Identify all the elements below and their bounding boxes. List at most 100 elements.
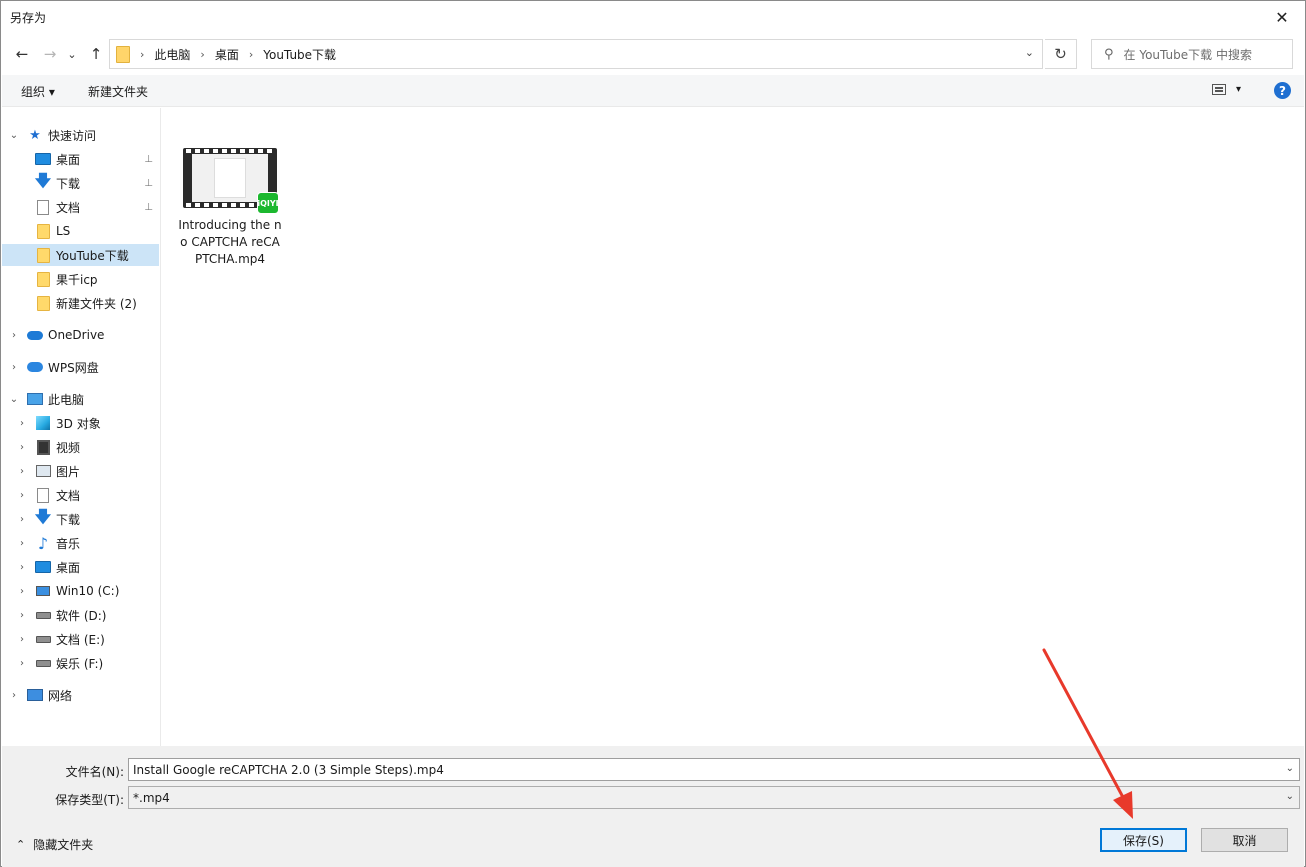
breadcrumb-chevron-icon[interactable]: › xyxy=(140,48,144,61)
filetype-dropdown-icon[interactable]: ⌄ xyxy=(1286,791,1294,802)
nav-label: 音乐 xyxy=(56,536,81,551)
chevron-right-icon[interactable]: › xyxy=(17,586,27,597)
nav-label: OneDrive xyxy=(48,328,105,342)
drive-icon xyxy=(35,659,51,667)
document-icon xyxy=(37,199,49,215)
chevron-right-icon[interactable]: › xyxy=(17,418,27,429)
filetype-select[interactable]: *.mp4 ⌄ xyxy=(128,786,1300,809)
filename-input[interactable]: Install Google reCAPTCHA 2.0 (3 Simple S… xyxy=(128,758,1300,781)
nav-item-downloads[interactable]: 🡇 下载 ⊥ xyxy=(2,171,159,194)
nav-item-youtube-downloads[interactable]: YouTube下载 xyxy=(2,244,159,266)
chevron-right-icon[interactable]: › xyxy=(17,610,27,621)
nav-item-ls[interactable]: LS xyxy=(2,220,159,242)
music-icon: ♪ xyxy=(37,533,49,553)
breadcrumb-desktop[interactable]: 桌面 xyxy=(215,46,239,63)
recent-locations-chevron-icon[interactable]: ⌄ xyxy=(61,43,83,65)
nav-item-desktop[interactable]: 桌面 ⊥ xyxy=(2,148,159,170)
breadcrumb: › 此电脑 › 桌面 › YouTube下载 xyxy=(130,46,336,63)
chevron-right-icon[interactable]: › xyxy=(17,658,27,669)
chevron-right-icon[interactable]: › xyxy=(17,634,27,645)
refresh-icon[interactable]: ↻ xyxy=(1045,39,1077,69)
address-row: ← → ⌄ ↑ › 此电脑 › 桌面 › YouTube下载 ⌄ ↻ ⚲ 在 Y… xyxy=(1,34,1305,74)
nav-item-pictures[interactable]: › 图片 xyxy=(2,460,159,482)
folder-icon xyxy=(36,271,50,287)
chevron-right-icon[interactable]: › xyxy=(9,362,19,373)
nav-label: Win10 (C:) xyxy=(56,584,120,598)
chevron-right-icon[interactable]: › xyxy=(17,562,27,573)
drive-icon xyxy=(35,635,51,643)
breadcrumb-chevron-icon[interactable]: › xyxy=(200,48,204,61)
folder-icon xyxy=(36,223,50,239)
nav-onedrive[interactable]: › OneDrive xyxy=(2,324,159,346)
nav-item-drive-f[interactable]: › 娱乐 (F:) xyxy=(2,652,159,674)
onedrive-cloud-icon xyxy=(27,330,43,340)
address-dropdown-icon[interactable]: ⌄ xyxy=(1025,46,1034,59)
hide-folders-toggle[interactable]: ⌃ 隐藏文件夹 xyxy=(16,836,93,853)
navigation-pane: ⌄ ★ 快速访问 桌面 ⊥ 🡇 下载 ⊥ 文档 ⊥ LS YouTube下载 果… xyxy=(2,108,161,746)
chevron-right-icon[interactable]: › xyxy=(17,466,27,477)
chevron-down-icon[interactable]: ⌄ xyxy=(9,130,19,141)
view-options-icon xyxy=(1212,84,1226,95)
nav-item-downloads-pc[interactable]: › 🡇 下载 xyxy=(2,507,159,530)
organize-button[interactable]: 组织 ▾ xyxy=(21,83,55,100)
nav-label: 网络 xyxy=(48,688,73,703)
nav-this-pc[interactable]: ⌄ 此电脑 xyxy=(2,388,159,410)
nav-item-drive-e[interactable]: › 文档 (E:) xyxy=(2,628,159,650)
file-item[interactable]: iQIYI Introducing the no CAPTCHA reCAPTC… xyxy=(178,148,282,268)
nav-label: 娱乐 (F:) xyxy=(56,656,104,671)
forward-arrow-icon[interactable]: → xyxy=(39,43,61,65)
chevron-right-icon[interactable]: › xyxy=(9,690,19,701)
nav-item-videos[interactable]: › 视频 xyxy=(2,436,159,458)
save-button[interactable]: 保存(S) xyxy=(1100,828,1187,852)
save-as-dialog: 另存为 ✕ ← → ⌄ ↑ › 此电脑 › 桌面 › YouTube下载 ⌄ ↻… xyxy=(0,0,1306,867)
address-bar[interactable]: › 此电脑 › 桌面 › YouTube下载 ⌄ xyxy=(109,39,1043,69)
nav-wps-cloud[interactable]: › WPS网盘 xyxy=(2,356,159,378)
help-icon[interactable]: ? xyxy=(1274,82,1291,99)
up-arrow-icon[interactable]: ↑ xyxy=(85,43,107,65)
document-icon xyxy=(37,487,49,503)
breadcrumb-chevron-icon[interactable]: › xyxy=(249,48,253,61)
nav-quick-access[interactable]: ⌄ ★ 快速访问 xyxy=(2,124,159,146)
video-icon xyxy=(36,439,50,455)
nav-item-3d-objects[interactable]: › 3D 对象 xyxy=(2,412,159,434)
chevron-right-icon[interactable]: › xyxy=(9,330,19,341)
nav-item-new-folder-2[interactable]: 新建文件夹 (2) xyxy=(2,292,159,314)
nav-item-guoqian-icp[interactable]: 果千icp xyxy=(2,268,159,290)
pictures-icon xyxy=(35,465,51,477)
change-view-button[interactable]: ▾ xyxy=(1212,84,1241,95)
3d-objects-icon xyxy=(36,416,50,430)
filetype-label: 保存类型(T): xyxy=(55,793,124,807)
search-icon: ⚲ xyxy=(1104,46,1114,62)
chevron-right-icon[interactable]: › xyxy=(17,442,27,453)
nav-item-documents[interactable]: 文档 ⊥ xyxy=(2,196,159,218)
nav-item-drive-c[interactable]: › Win10 (C:) xyxy=(2,580,159,602)
nav-item-music[interactable]: › ♪ 音乐 xyxy=(2,532,159,554)
chevron-down-icon[interactable]: ⌄ xyxy=(9,394,19,405)
new-folder-button[interactable]: 新建文件夹 xyxy=(88,83,148,100)
pin-icon: ⊥ xyxy=(144,153,153,165)
nav-label: 此电脑 xyxy=(48,392,85,407)
network-icon xyxy=(27,689,43,701)
nav-label: 视频 xyxy=(56,440,81,455)
chevron-right-icon[interactable]: › xyxy=(17,514,27,525)
chevron-right-icon[interactable]: › xyxy=(17,490,27,501)
back-arrow-icon[interactable]: ← xyxy=(11,43,33,65)
nav-item-desktop-pc[interactable]: › 桌面 xyxy=(2,556,159,578)
star-icon: ★ xyxy=(29,127,41,143)
dialog-title: 另存为 xyxy=(10,11,47,25)
close-icon[interactable]: ✕ xyxy=(1259,1,1305,33)
breadcrumb-this-pc[interactable]: 此电脑 xyxy=(154,46,190,63)
folder-icon xyxy=(116,45,130,63)
nav-label: 文档 xyxy=(56,488,81,503)
filename-value: Install Google reCAPTCHA 2.0 (3 Simple S… xyxy=(133,762,444,777)
filename-dropdown-icon[interactable]: ⌄ xyxy=(1286,763,1294,774)
pin-icon: ⊥ xyxy=(144,177,153,189)
chevron-right-icon[interactable]: › xyxy=(17,538,27,549)
search-input[interactable]: ⚲ 在 YouTube下载 中搜索 xyxy=(1091,39,1293,69)
nav-item-documents-pc[interactable]: › 文档 xyxy=(2,484,159,506)
nav-item-drive-d[interactable]: › 软件 (D:) xyxy=(2,604,159,626)
breadcrumb-youtube-downloads[interactable]: YouTube下载 xyxy=(263,46,336,63)
cancel-button[interactable]: 取消 xyxy=(1201,828,1288,852)
nav-network[interactable]: › 网络 xyxy=(2,684,159,706)
file-list-pane[interactable]: iQIYI Introducing the no CAPTCHA reCAPTC… xyxy=(162,108,1305,746)
